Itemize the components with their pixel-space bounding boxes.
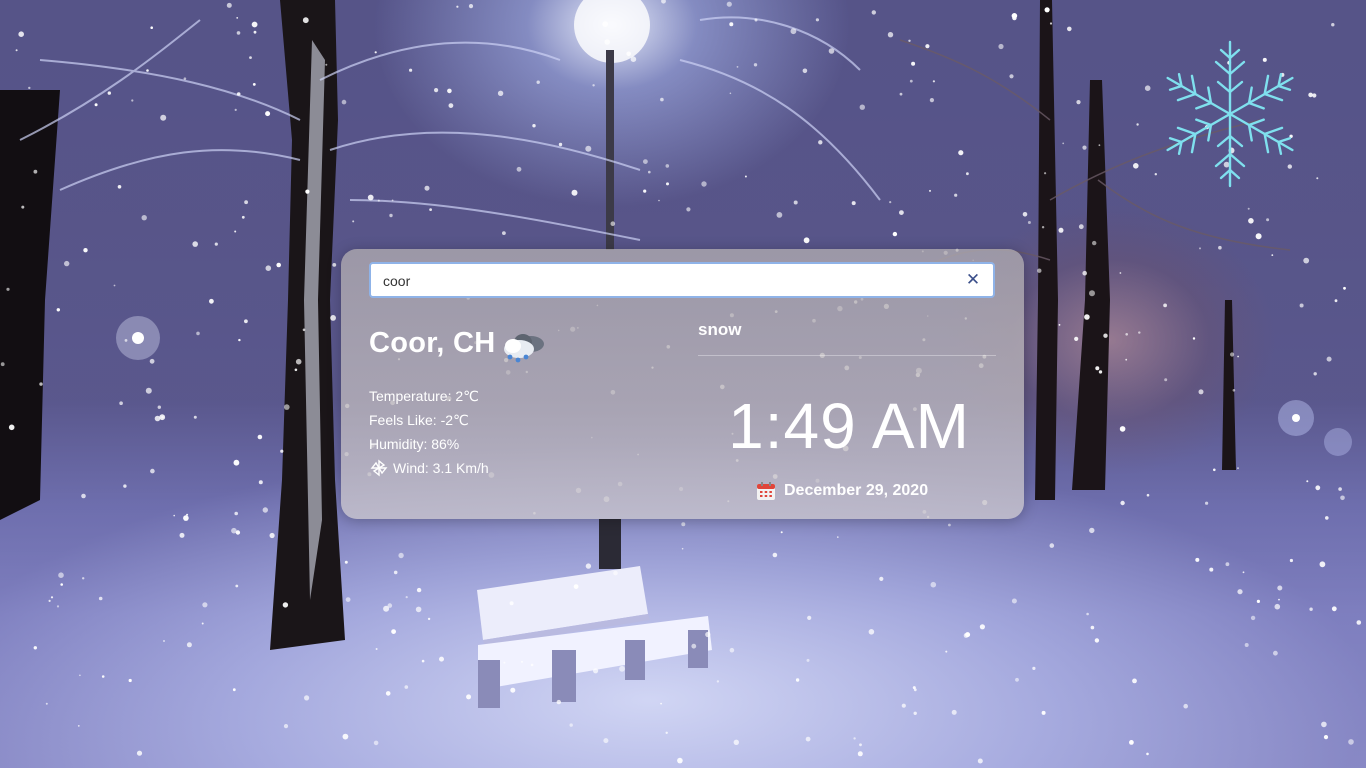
humidity-value: Humidity: 86% (369, 436, 460, 452)
feels-like-value: Feels Like: -2℃ (369, 412, 469, 428)
cloud-snow-icon (504, 334, 544, 363)
pinwheel-icon (370, 459, 388, 477)
weather-condition: snow (698, 320, 742, 339)
date-text: December 29, 2020 (784, 482, 929, 499)
wind-value: Wind: 3.1 Km/h (393, 460, 489, 476)
temperature-row: Temperature: 2℃ (369, 384, 489, 408)
humidity-row: Humidity: 86% (369, 432, 489, 456)
temperature-value: Temperature: 2℃ (369, 388, 479, 404)
clock-time: 1:49 AM (728, 390, 970, 462)
weather-details: Temperature: 2℃ Feels Like: -2℃ Humidity… (369, 384, 489, 480)
divider (698, 355, 996, 356)
close-icon: ✕ (965, 270, 981, 289)
wind-row: Wind: 3.1 Km/h (369, 456, 489, 480)
weather-app-screen: ✕ Coor, CH Temperature: 2℃ Feels Like: -… (0, 0, 1366, 768)
city-name: Coor, CH (369, 327, 496, 359)
search-input[interactable] (381, 264, 945, 298)
calendar-icon (757, 482, 775, 500)
search-box: ✕ (369, 262, 995, 298)
weather-card: ✕ Coor, CH Temperature: 2℃ Feels Like: -… (341, 249, 1024, 519)
clear-search-button[interactable]: ✕ (963, 270, 983, 290)
current-date: December 29, 2020 (756, 481, 928, 501)
feels-like-row: Feels Like: -2℃ (369, 408, 489, 432)
